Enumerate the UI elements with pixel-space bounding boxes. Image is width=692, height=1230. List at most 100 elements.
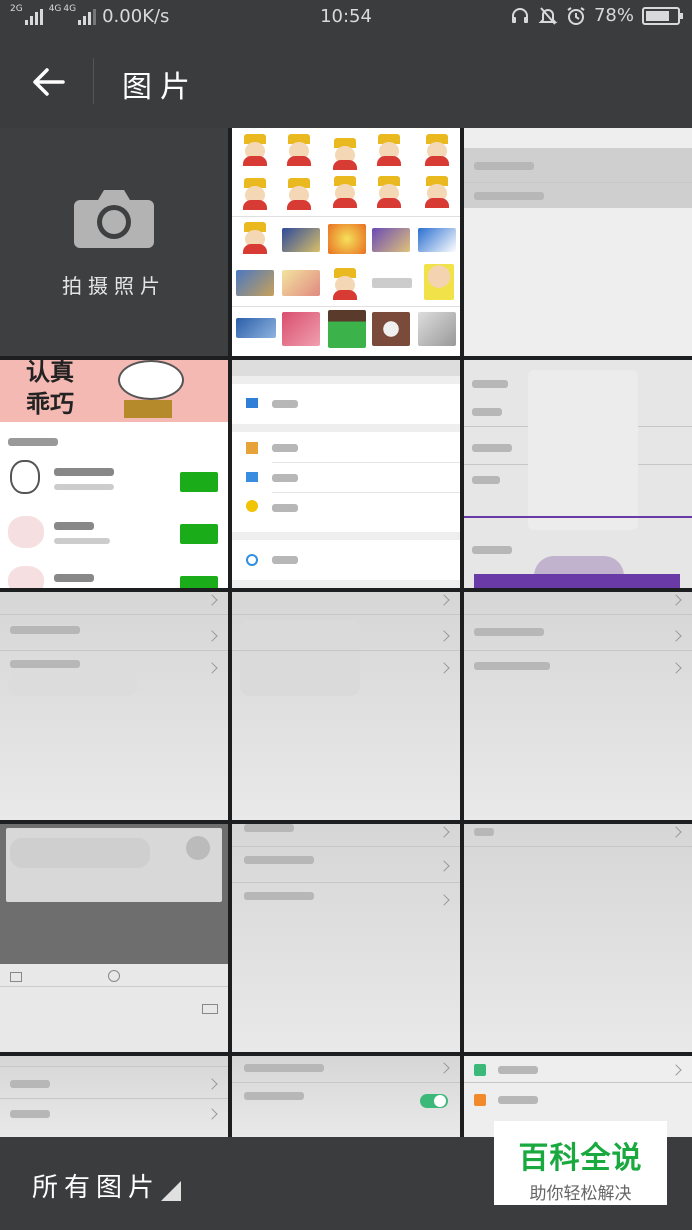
thumb-band <box>232 360 460 376</box>
chevron-right-icon <box>670 826 682 838</box>
photo-thumbnail[interactable] <box>0 1056 228 1137</box>
gif-thumbnail <box>236 318 276 338</box>
download-button <box>180 576 218 588</box>
blurred-region <box>8 672 138 696</box>
divider <box>272 492 460 493</box>
back-button[interactable] <box>20 56 76 108</box>
camera-icon <box>74 189 154 248</box>
sticker <box>374 176 404 208</box>
blur-text <box>54 538 110 544</box>
photo-thumbnail[interactable] <box>464 824 692 1052</box>
thumb-text: 认真 <box>26 360 74 386</box>
dropdown-triangle-icon[interactable] <box>161 1181 181 1201</box>
photo-thumbnail-sticker-shop[interactable]: 认真 乖巧 <box>0 360 228 588</box>
divider <box>464 1082 692 1083</box>
photo-thumbnail[interactable] <box>464 128 692 356</box>
gif-thumbnail <box>328 310 366 348</box>
divider <box>0 614 228 615</box>
divider <box>232 882 460 883</box>
gif-thumbnail <box>282 312 320 346</box>
blur-text <box>10 1080 50 1088</box>
blur-text <box>474 162 534 170</box>
divider <box>464 846 692 847</box>
photo-thumbnail-keyboard[interactable] <box>0 824 228 1052</box>
divider <box>232 614 460 615</box>
battery-fill <box>646 10 670 21</box>
gif-thumbnail <box>418 312 456 346</box>
emoji-key <box>108 970 120 982</box>
avatar <box>186 836 210 860</box>
chevron-right-icon <box>670 630 682 642</box>
blur-text <box>8 438 58 446</box>
blur-text <box>472 444 512 452</box>
sticker <box>240 178 270 210</box>
chevron-right-icon <box>438 630 450 642</box>
sticker <box>330 138 360 170</box>
sticker <box>284 134 314 166</box>
blur-text <box>54 574 94 582</box>
photo-grid: 拍摄照片 认真 乖巧 <box>0 128 692 1137</box>
divider <box>464 182 692 183</box>
blur-text <box>244 892 314 900</box>
album-icon <box>246 472 258 482</box>
toggle-knob <box>434 1095 446 1107</box>
divider <box>0 650 228 651</box>
chevron-right-icon <box>206 1108 218 1120</box>
watermark-title: 百科全说 <box>518 1141 643 1176</box>
chevron-right-icon <box>670 662 682 674</box>
photo-thumbnail[interactable] <box>232 824 460 1052</box>
shop-icon <box>474 1094 486 1106</box>
blur-text <box>54 484 114 490</box>
photo-thumbnail[interactable] <box>232 1056 460 1137</box>
album-selector-button[interactable]: 所有图片 <box>32 1167 160 1204</box>
title-bar: 图片 <box>0 34 692 128</box>
sticker <box>284 178 314 210</box>
blur-text <box>272 556 298 564</box>
sticker-avatar <box>8 566 44 588</box>
thumb-row <box>232 384 460 424</box>
photo-thumbnail-profile[interactable] <box>464 360 692 588</box>
sticker-avatar <box>8 516 44 548</box>
chevron-right-icon <box>438 860 450 872</box>
page-title: 图片 <box>122 70 198 105</box>
blur-text <box>10 626 80 634</box>
photo-thumbnail-stickers[interactable] <box>232 128 460 356</box>
gif-thumbnail <box>282 228 320 252</box>
photo-thumbnail-settings-list[interactable] <box>232 360 460 588</box>
photo-thumbnail[interactable] <box>0 592 228 820</box>
divider <box>232 216 460 217</box>
blurred-region <box>240 620 360 696</box>
box-icon <box>246 442 258 454</box>
blur-text <box>244 856 314 864</box>
blurred-region <box>10 838 150 868</box>
blur-text <box>54 522 94 530</box>
blur-text <box>54 468 114 476</box>
download-button <box>180 472 218 492</box>
blur-text <box>472 408 502 416</box>
gif-thumbnail <box>418 228 456 252</box>
chevron-right-icon <box>438 1062 450 1074</box>
photo-thumbnail[interactable] <box>232 592 460 820</box>
keyboard-key <box>10 972 22 982</box>
download-icon <box>474 1064 486 1076</box>
blur-text <box>10 660 80 668</box>
chevron-right-icon <box>670 1064 682 1076</box>
battery-icon <box>642 6 683 25</box>
watermark-logo: 百科全说 助你轻松解决 <box>494 1121 667 1205</box>
sticker <box>422 134 452 166</box>
gif-thumbnail <box>328 224 366 254</box>
wallet-icon <box>246 398 258 408</box>
take-photo-label: 拍摄照片 <box>62 273 166 298</box>
photo-thumbnail[interactable] <box>464 592 692 820</box>
chevron-right-icon <box>438 594 450 606</box>
blur-text <box>474 628 544 636</box>
divider <box>0 1098 228 1099</box>
chevron-right-icon <box>206 630 218 642</box>
take-photo-tile[interactable]: 拍摄照片 <box>0 128 228 356</box>
blur-text <box>272 400 298 408</box>
divider <box>464 650 692 651</box>
battery-percent: 78% <box>593 5 634 26</box>
divider <box>232 846 460 847</box>
blur-text <box>272 444 298 452</box>
download-button <box>180 524 218 544</box>
